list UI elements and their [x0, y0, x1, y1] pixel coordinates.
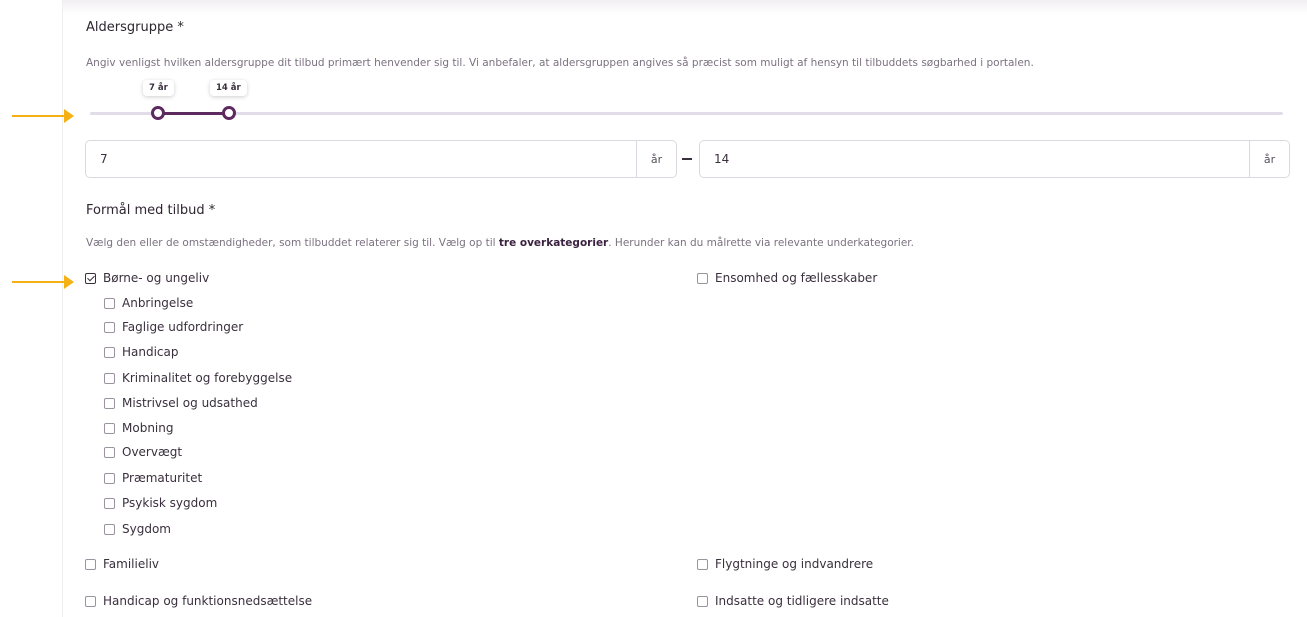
checkbox-icon[interactable]: [697, 272, 708, 284]
subcategory-kriminalitet[interactable]: Kriminalitet og forebyggelse: [104, 371, 292, 385]
subcategory-anbringelse[interactable]: Anbringelse: [104, 296, 193, 310]
category-familieliv[interactable]: Familieliv: [85, 557, 159, 571]
checkbox-icon[interactable]: [104, 346, 115, 358]
subcategory-handicap[interactable]: Handicap: [104, 345, 179, 359]
subcategory-label: Faglige udfordringer: [122, 320, 244, 334]
subcategory-label: Mistrivsel og udsathed: [122, 396, 258, 410]
category-flygtninge[interactable]: Flygtninge og indvandrere: [697, 557, 873, 571]
min-age-unit: år: [636, 141, 676, 177]
form-left-edge: [62, 0, 63, 617]
annotation-arrow-slider: [12, 109, 74, 123]
subcategory-label: Anbringelse: [122, 296, 194, 310]
checkbox-icon[interactable]: [697, 558, 708, 570]
subcategory-overvaegt[interactable]: Overvægt: [104, 445, 182, 459]
max-age-handle[interactable]: [222, 106, 236, 120]
subcategory-label: Sygdom: [122, 522, 171, 536]
max-age-bubble: 14 år: [210, 80, 247, 96]
checkbox-icon[interactable]: [104, 397, 115, 409]
checkbox-icon[interactable]: [104, 422, 115, 434]
purpose-heading: Formål med tilbud *: [86, 203, 216, 218]
min-age-input[interactable]: 7: [86, 152, 636, 166]
min-age-field[interactable]: 7 år: [85, 140, 677, 178]
purpose-description-bold: tre overkategorier: [498, 237, 609, 249]
max-age-input[interactable]: 14: [700, 152, 1249, 166]
subcategory-label: Mobning: [122, 421, 174, 435]
checkbox-icon[interactable]: [85, 558, 96, 570]
checkbox-checked-icon[interactable]: [85, 272, 96, 284]
form-top-edge: [62, 0, 1307, 14]
subcategory-praematuritet[interactable]: Præmaturitet: [104, 471, 202, 485]
subcategory-label: Handicap: [122, 345, 179, 359]
category-label: Handicap og funktionsnedsættelse: [103, 594, 313, 608]
checkbox-icon[interactable]: [104, 297, 115, 309]
checkbox-icon[interactable]: [104, 446, 115, 458]
subcategory-faglige-udfordringer[interactable]: Faglige udfordringer: [104, 320, 243, 334]
subcategory-label: Psykisk sygdom: [122, 496, 218, 510]
age-slider-range: [158, 112, 229, 115]
category-label: Indsatte og tidligere indsatte: [715, 594, 889, 608]
category-label: Familieliv: [103, 557, 159, 571]
category-indsatte[interactable]: Indsatte og tidligere indsatte: [697, 594, 889, 608]
checkbox-icon[interactable]: [104, 497, 115, 509]
max-age-unit: år: [1249, 141, 1289, 177]
purpose-description-text-end: . Herunder kan du målrette via relevante…: [608, 237, 915, 249]
category-label: Ensomhed og fællesskaber: [715, 271, 878, 285]
purpose-description: Vælg den eller de omstændigheder, som ti…: [86, 237, 914, 249]
subcategory-mobning[interactable]: Mobning: [104, 421, 173, 435]
checkbox-icon[interactable]: [697, 595, 708, 607]
age-description: Angiv venligst hvilken aldersgruppe dit …: [86, 57, 1034, 69]
category-label: Børne- og ungeliv: [103, 271, 210, 285]
checkbox-icon[interactable]: [104, 472, 115, 484]
annotation-arrow-checkbox: [12, 275, 74, 289]
range-dash: [682, 158, 692, 160]
checkbox-icon[interactable]: [104, 321, 115, 333]
subcategory-label: Overvægt: [122, 445, 183, 459]
age-heading: Aldersgruppe *: [86, 20, 184, 35]
category-handicap-funktionsnedsaettelse[interactable]: Handicap og funktionsnedsættelse: [85, 594, 312, 608]
checkbox-icon[interactable]: [85, 595, 96, 607]
min-age-bubble: 7 år: [143, 80, 174, 96]
purpose-description-text: Vælg den eller de omstændigheder, som ti…: [86, 237, 499, 249]
checkbox-icon[interactable]: [104, 372, 115, 384]
category-ensomhed[interactable]: Ensomhed og fællesskaber: [697, 271, 877, 285]
subcategory-label: Kriminalitet og forebyggelse: [122, 371, 293, 385]
category-boerne-og-ungeliv[interactable]: Børne- og ungeliv: [85, 271, 209, 285]
age-slider-track[interactable]: [90, 112, 1283, 115]
subcategory-sygdom[interactable]: Sygdom: [104, 522, 171, 536]
checkbox-icon[interactable]: [104, 523, 115, 535]
subcategory-label: Præmaturitet: [122, 471, 203, 485]
subcategory-mistrivsel[interactable]: Mistrivsel og udsathed: [104, 396, 258, 410]
subcategory-psykisk-sygdom[interactable]: Psykisk sygdom: [104, 496, 217, 510]
min-age-handle[interactable]: [151, 106, 165, 120]
max-age-field[interactable]: 14 år: [699, 140, 1290, 178]
category-label: Flygtninge og indvandrere: [715, 557, 874, 571]
